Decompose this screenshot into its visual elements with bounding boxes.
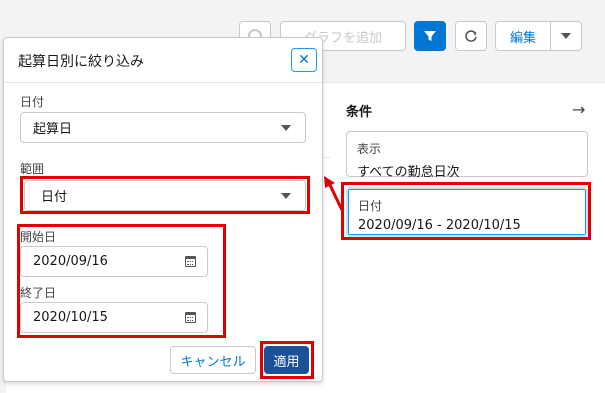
popover-title: 起算日別に絞り込み bbox=[18, 54, 144, 70]
end-date-label: 終了日 bbox=[20, 286, 57, 300]
refresh-button[interactable] bbox=[455, 21, 487, 51]
arrow-right-icon[interactable]: → bbox=[572, 100, 585, 119]
edit-label: 編集 bbox=[509, 30, 536, 46]
chevron-down-icon bbox=[281, 124, 291, 131]
apply-button[interactable]: 適用 bbox=[264, 346, 309, 374]
popover-header-divider bbox=[4, 82, 322, 83]
condition-value: 2020/09/16 - 2020/10/15 bbox=[358, 218, 521, 233]
close-icon: ✕ bbox=[298, 52, 310, 68]
condition-label: 日付 bbox=[358, 199, 383, 213]
condition-card-date[interactable]: 日付 2020/09/16 - 2020/10/15 bbox=[346, 187, 588, 237]
chevron-down-icon bbox=[561, 33, 571, 39]
calendar-icon[interactable] bbox=[185, 311, 196, 323]
cancel-button[interactable]: キャンセル bbox=[170, 346, 256, 374]
close-button[interactable]: ✕ bbox=[291, 48, 317, 72]
refresh-icon bbox=[465, 30, 477, 42]
end-date-value: 2020/10/15 bbox=[33, 310, 108, 325]
filter-button[interactable] bbox=[414, 21, 446, 51]
condition-label: 表示 bbox=[357, 142, 382, 156]
range-label: 範囲 bbox=[20, 162, 45, 176]
start-date-value: 2020/09/16 bbox=[33, 254, 108, 269]
edit-menu-button[interactable] bbox=[550, 21, 582, 51]
start-date-input[interactable]: 2020/09/16 bbox=[20, 246, 208, 277]
range-select[interactable]: 日付 bbox=[24, 180, 306, 211]
condition-value: すべての勤怠日次 bbox=[357, 165, 460, 180]
date-field-label: 日付 bbox=[20, 95, 45, 109]
range-value: 日付 bbox=[41, 190, 68, 205]
chevron-down-icon bbox=[281, 192, 291, 199]
conditions-title: 条件 bbox=[346, 105, 373, 120]
condition-card-display[interactable]: 表示 すべての勤怠日次 bbox=[346, 131, 588, 180]
calendar-icon[interactable] bbox=[185, 255, 196, 267]
filter-icon bbox=[424, 31, 436, 41]
highlight-arrow bbox=[324, 176, 344, 211]
start-date-label: 開始日 bbox=[20, 230, 57, 244]
date-field-select[interactable]: 起算日 bbox=[20, 112, 306, 143]
edit-button[interactable]: 編集 bbox=[495, 21, 551, 51]
end-date-input[interactable]: 2020/10/15 bbox=[20, 302, 208, 333]
date-field-value: 起算日 bbox=[33, 122, 73, 137]
